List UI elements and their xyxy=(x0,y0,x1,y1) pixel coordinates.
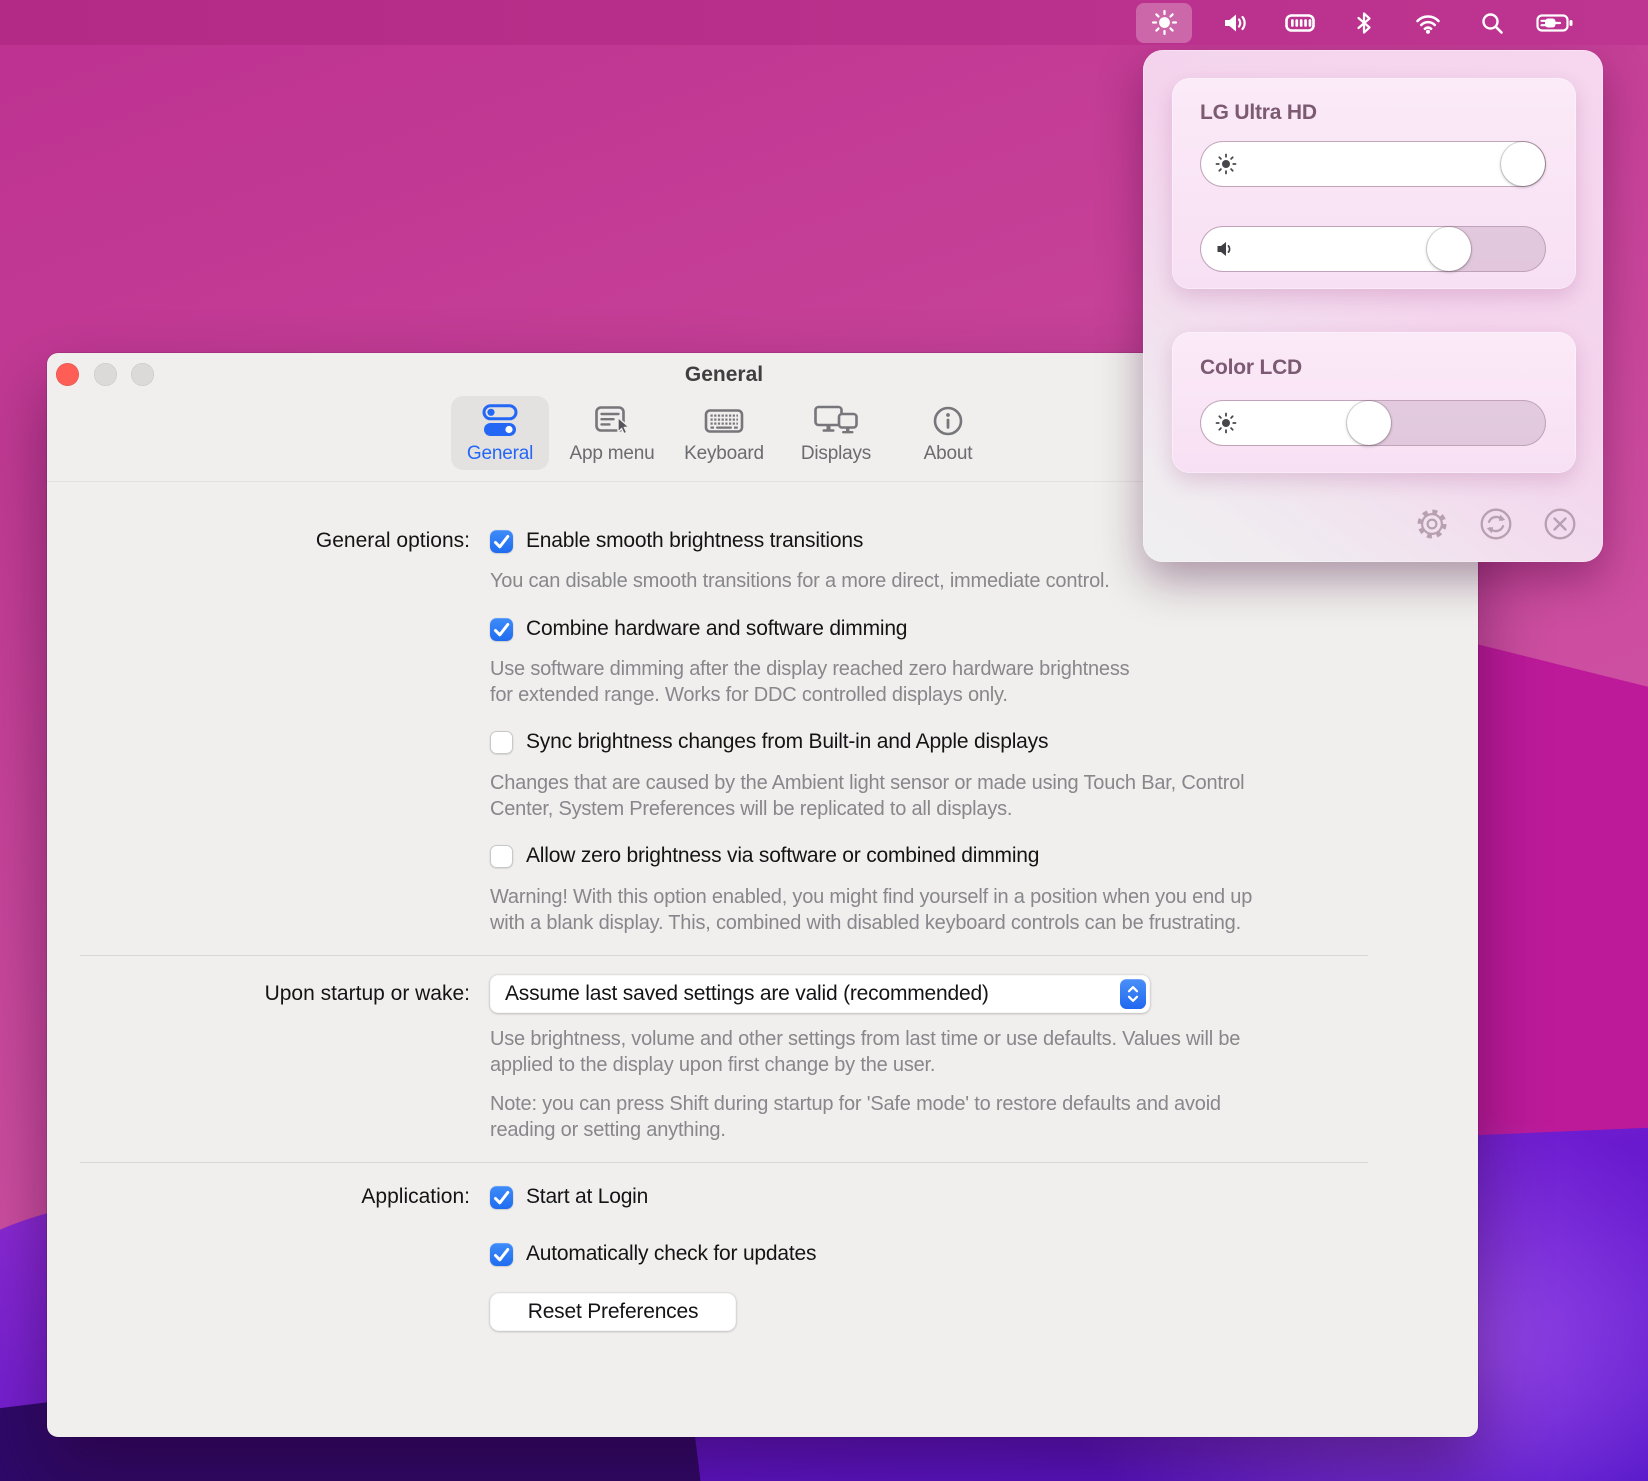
checkbox-row-smooth-transitions: Enable smooth brightness transitions xyxy=(490,529,863,553)
tab-general[interactable]: General xyxy=(451,396,549,470)
toggles-icon xyxy=(478,402,522,440)
checkbox-zero-brightness[interactable] xyxy=(490,845,513,868)
brightness-slider[interactable] xyxy=(1200,141,1546,187)
checkbox-label: Automatically check for updates xyxy=(526,1242,816,1266)
checkbox-row-combine-dimming: Combine hardware and software dimming xyxy=(490,617,907,641)
startup-select-value: Assume last saved settings are valid (re… xyxy=(490,982,1120,1006)
brightness-icon xyxy=(1215,412,1237,434)
tab-label: General xyxy=(467,443,533,465)
tab-label: About xyxy=(924,443,973,465)
menubar-battery-charging-icon[interactable] xyxy=(1536,3,1576,43)
checkbox-sync-brightness[interactable] xyxy=(490,731,513,754)
checkbox-label: Enable smooth brightness transitions xyxy=(526,529,863,553)
help-text: You can disable smooth transitions for a… xyxy=(490,568,1110,594)
help-text: Changes that are caused by the Ambient l… xyxy=(490,770,1244,822)
menubar xyxy=(0,0,1648,45)
tab-label: App menu xyxy=(569,443,654,465)
refresh-icon[interactable] xyxy=(1477,505,1515,543)
slider-knob[interactable] xyxy=(1501,142,1545,186)
tab-keyboard[interactable]: Keyboard xyxy=(675,396,773,470)
checkbox-row-sync-brightness: Sync brightness changes from Built-in an… xyxy=(490,730,1048,754)
info-icon xyxy=(931,402,965,440)
tab-displays[interactable]: Displays xyxy=(787,396,885,470)
startup-label: Upon startup or wake: xyxy=(80,982,470,1006)
checkbox-auto-updates[interactable] xyxy=(490,1243,513,1266)
application-label: Application: xyxy=(80,1185,470,1209)
section-divider xyxy=(80,1162,1368,1163)
general-options-label: General options: xyxy=(80,529,470,553)
app-menu-icon xyxy=(593,402,631,440)
brightness-icon xyxy=(1215,153,1237,175)
volume-slider[interactable] xyxy=(1200,226,1546,272)
section-divider xyxy=(80,955,1368,956)
brightness-slider[interactable] xyxy=(1200,400,1546,446)
tab-about[interactable]: About xyxy=(899,396,997,470)
checkbox-smooth-transitions[interactable] xyxy=(490,530,513,553)
startup-select[interactable]: Assume last saved settings are valid (re… xyxy=(490,975,1150,1013)
display-popover: LG Ultra HD xyxy=(1143,50,1603,562)
help-text: Use software dimming after the display r… xyxy=(490,656,1129,708)
checkbox-row-auto-updates: Automatically check for updates xyxy=(490,1242,816,1266)
display-card-lg-ultra-hd: LG Ultra HD xyxy=(1172,78,1576,289)
note-text: Note: you can press Shift during startup… xyxy=(490,1091,1221,1143)
popover-actions xyxy=(1413,505,1579,543)
slider-fill xyxy=(1201,142,1545,186)
slider-fill xyxy=(1201,227,1471,271)
slider-knob[interactable] xyxy=(1347,401,1391,445)
tab-app-menu[interactable]: App menu xyxy=(563,396,661,470)
tab-label: Keyboard xyxy=(684,443,764,465)
reset-preferences-button[interactable]: Reset Preferences xyxy=(490,1293,736,1331)
menubar-bluetooth-icon[interactable] xyxy=(1344,3,1384,43)
select-chevrons-icon xyxy=(1120,979,1146,1009)
keyboard-icon xyxy=(703,402,745,440)
checkbox-label: Sync brightness changes from Built-in an… xyxy=(526,730,1048,754)
checkbox-row-zero-brightness: Allow zero brightness via software or co… xyxy=(490,844,1039,868)
menubar-wifi-icon[interactable] xyxy=(1408,3,1448,43)
checkbox-combine-dimming[interactable] xyxy=(490,618,513,641)
slider-knob[interactable] xyxy=(1427,227,1471,271)
menubar-volume-icon[interactable] xyxy=(1216,3,1256,43)
help-text: Warning! With this option enabled, you m… xyxy=(490,884,1252,936)
tab-label: Displays xyxy=(801,443,871,465)
display-card-color-lcd: Color LCD xyxy=(1172,332,1576,473)
volume-icon xyxy=(1215,238,1237,260)
help-text: Use brightness, volume and other setting… xyxy=(490,1026,1240,1078)
checkbox-label: Combine hardware and software dimming xyxy=(526,617,907,641)
menubar-spotlight-search-icon[interactable] xyxy=(1472,3,1512,43)
displays-icon xyxy=(813,402,859,440)
checkbox-row-start-at-login: Start at Login xyxy=(490,1185,648,1209)
menubar-battery-indicator-icon[interactable] xyxy=(1280,3,1320,43)
close-window-button[interactable] xyxy=(56,363,79,386)
checkbox-label: Allow zero brightness via software or co… xyxy=(526,844,1039,868)
checkbox-label: Start at Login xyxy=(526,1185,648,1209)
display-name: LG Ultra HD xyxy=(1200,101,1317,125)
checkbox-start-at-login[interactable] xyxy=(490,1186,513,1209)
screen: General General App menu xyxy=(0,0,1648,1481)
settings-gear-icon[interactable] xyxy=(1413,505,1451,543)
settings-content: General options: Enable smooth brightnes… xyxy=(80,481,1368,1437)
close-circle-icon[interactable] xyxy=(1541,505,1579,543)
display-name: Color LCD xyxy=(1200,356,1302,380)
menubar-brightness-icon[interactable] xyxy=(1136,3,1192,43)
